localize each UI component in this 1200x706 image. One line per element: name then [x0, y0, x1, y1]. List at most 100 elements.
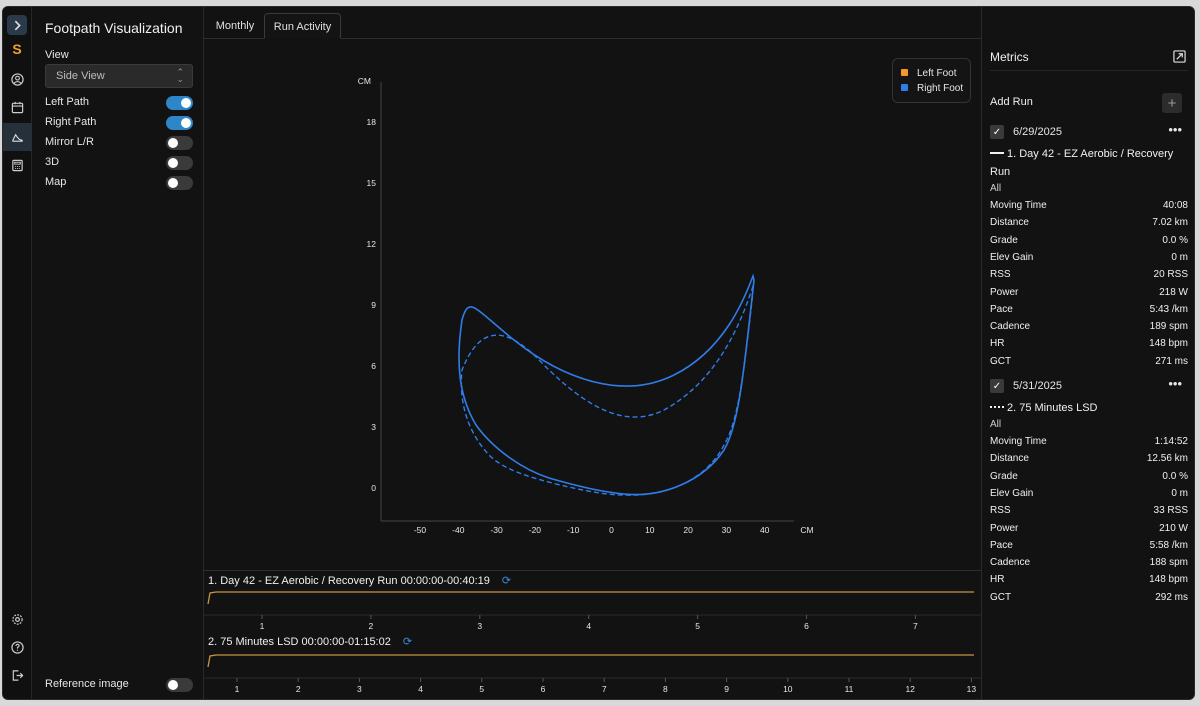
right-foot-path-run2 [460, 285, 754, 496]
legend-swatch-left [901, 69, 908, 76]
timeline-track-run1[interactable]: 12345678 [204, 571, 981, 631]
x-tick-label: -30 [490, 525, 503, 535]
timeline-run2: 2. 75 Minutes LSD 00:00:00-01:15:02 ⟳ 123… [204, 632, 981, 694]
timeline-tick-label: 10 [783, 684, 793, 694]
toggle-right-path[interactable] [166, 116, 193, 130]
metric-row: RSS 33 RSS [990, 505, 1188, 519]
metric-row: Power 210 W [990, 523, 1188, 537]
timeline-tick-label: 5 [695, 621, 700, 631]
x-tick-label: 30 [722, 525, 732, 535]
tab-run-activity[interactable]: Run Activity [264, 13, 341, 39]
metric-row: Power 218 W [990, 287, 1188, 301]
toggle-left-path[interactable] [166, 96, 193, 110]
toggle-knob [168, 138, 178, 148]
metric-name: Pace [990, 539, 1013, 551]
expand-panel-icon[interactable] [1170, 47, 1188, 65]
reference-image-row: Reference image [45, 677, 193, 693]
timeline-tick-label: 7 [913, 621, 918, 631]
metric-name: RSS [990, 269, 1011, 281]
timeline-run1: 1. Day 42 - EZ Aerobic / Recovery Run 00… [204, 570, 981, 631]
metric-row: GCT 292 ms [990, 592, 1188, 606]
metric-row: Grade 0.0 % [990, 471, 1188, 485]
metric-name: Elev Gain [990, 251, 1034, 263]
calendar-icon[interactable] [7, 97, 27, 117]
legend-right-foot[interactable]: Right Foot [901, 83, 963, 94]
metric-name: GCT [990, 355, 1012, 367]
toggle-label-left-path: Left Path [45, 96, 90, 108]
line-style-icon [990, 406, 1004, 408]
y-unit-label: CM [358, 76, 371, 86]
metric-row: Cadence 188 spm [990, 557, 1188, 571]
x-tick-label: 40 [760, 525, 770, 535]
expand-icon[interactable] [7, 15, 27, 35]
x-tick-label: 10 [645, 525, 655, 535]
toggle-mirror-l-r[interactable] [166, 136, 193, 150]
run-checkbox[interactable]: ✓ [990, 379, 1004, 393]
metric-name: Grade [990, 470, 1018, 482]
toggle-knob [168, 680, 178, 690]
view-select-value: Side View [56, 70, 105, 82]
profile-icon[interactable] [7, 69, 27, 89]
x-unit-label: CM [800, 525, 813, 535]
metric-value: 210 W [1159, 522, 1188, 534]
more-options-icon[interactable]: ••• [1168, 376, 1182, 391]
metric-row: Elev Gain 0 m [990, 252, 1188, 266]
icon-rail: S [3, 7, 32, 699]
timeline-tick-label: 4 [586, 621, 591, 631]
metric-name: Power [990, 522, 1019, 534]
metric-row: Moving Time 1:14:52 [990, 436, 1188, 450]
x-tick-label: -20 [529, 525, 542, 535]
metric-row: Distance 7.02 km [990, 217, 1188, 231]
toggle-map[interactable] [166, 176, 193, 190]
chevron-updown-icon: ⌃ ⌄ [176, 67, 184, 84]
toggle-3d[interactable] [166, 156, 193, 170]
timeline-track-run2[interactable]: 1 2 3 4 5 6 7 8 9 10 11 12 13 [204, 632, 981, 700]
run-header: ✓ 5/31/2025 ••• [990, 376, 1188, 395]
metric-value: 33 RSS [1153, 505, 1188, 517]
metric-row: GCT 271 ms [990, 356, 1188, 370]
y-tick-label: 6 [371, 361, 376, 371]
y-tick-label: 18 [367, 117, 377, 127]
x-tick-label: -40 [452, 525, 465, 535]
legend-left-foot[interactable]: Left Foot [901, 68, 956, 79]
tab-monthly[interactable]: Monthly [206, 13, 264, 39]
logout-icon[interactable] [7, 665, 27, 685]
metric-name: Power [990, 286, 1019, 298]
toggle-label-3d: 3D [45, 156, 60, 168]
tab-bar: Monthly Run Activity [204, 7, 981, 39]
x-tick-label: 0 [609, 525, 614, 535]
reference-image-toggle[interactable] [166, 678, 193, 692]
toggle-knob [181, 118, 191, 128]
metric-value: 189 spm [1149, 321, 1188, 333]
y-tick-label: 15 [367, 178, 377, 188]
metric-value: 0 m [1171, 251, 1188, 263]
toggle-row: Right Path [45, 115, 193, 131]
toggle-knob [181, 98, 191, 108]
timeline-tick-label: 7 [602, 684, 607, 694]
view-select[interactable]: Side View ⌃ ⌄ [45, 64, 193, 88]
add-run-button[interactable]: + [1162, 93, 1182, 113]
metric-value: 40:08 [1162, 200, 1188, 211]
metric-name: Cadence [990, 321, 1031, 333]
toggle-knob [168, 158, 178, 168]
more-options-icon[interactable]: ••• [1168, 122, 1182, 137]
metric-row: RSS 20 RSS [990, 269, 1188, 283]
toggle-row: Map [45, 175, 193, 191]
metric-name: Elev Gain [990, 487, 1034, 499]
toggle-label-mirror-l-r: Mirror L/R [45, 136, 94, 148]
settings-icon[interactable] [7, 609, 27, 629]
timeline-tick-label: 11 [845, 684, 854, 694]
help-icon[interactable] [7, 637, 27, 657]
run-checkbox[interactable]: ✓ [990, 125, 1004, 139]
run-name: 1. Day 42 - EZ Aerobic / Recovery Run [990, 145, 1190, 181]
panel-title: Footpath Visualization [45, 20, 183, 36]
metric-value: 5:58 /km [1149, 539, 1188, 551]
metric-row: HR 148 bpm [990, 338, 1188, 352]
timeline-tick-label: 5 [479, 684, 484, 694]
metric-value: 148 bpm [1149, 574, 1188, 586]
calculator-icon[interactable] [7, 155, 27, 175]
metric-value: 0.0 % [1162, 234, 1188, 246]
y-tick-label: 3 [371, 422, 376, 432]
chart-legend: Left Foot Right Foot [892, 58, 971, 103]
running-shoe-icon[interactable] [3, 123, 32, 151]
